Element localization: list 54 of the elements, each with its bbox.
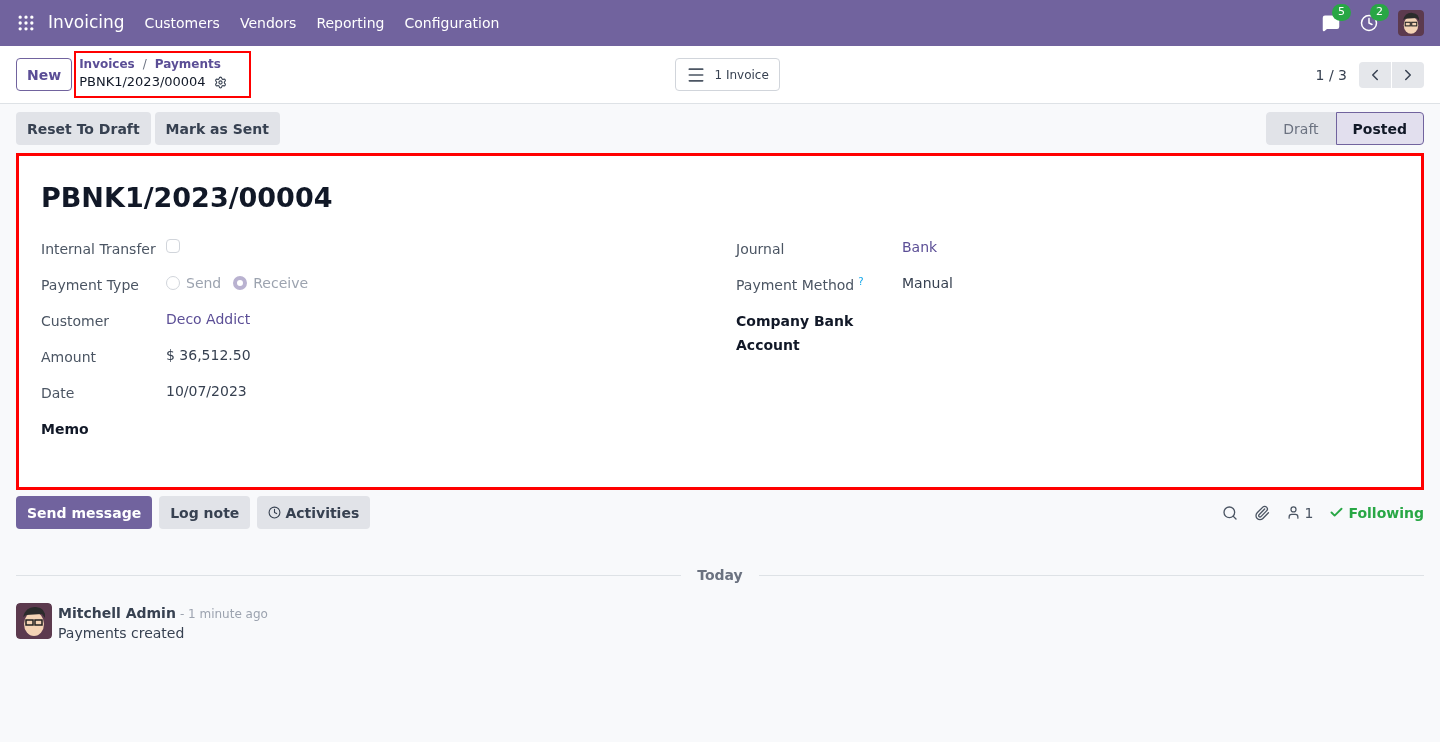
new-button[interactable]: New [16, 58, 73, 91]
breadcrumb-separator: / [142, 57, 147, 73]
field-label: Amount [41, 348, 96, 365]
search-icon[interactable] [1221, 504, 1238, 521]
action-button[interactable]: Reset To Draft [16, 112, 151, 145]
nav-menu-item[interactable]: Vendors [239, 12, 297, 34]
status-stage[interactable]: Posted [1335, 112, 1424, 145]
followers-button[interactable]: 1 [1285, 502, 1314, 523]
message-time: - 1 minute ago [179, 606, 268, 623]
checkbox[interactable] [166, 238, 180, 253]
field-label: Journal [736, 240, 785, 257]
activities-button[interactable]: Activities [257, 496, 371, 529]
pager-value: 1 / 3 [1315, 65, 1347, 85]
nav-menu-item[interactable]: Configuration [404, 12, 500, 34]
user-avatar [1398, 10, 1424, 36]
clock-icon [268, 506, 282, 519]
field-label: Date [41, 384, 75, 401]
field-value: Manual [902, 273, 953, 293]
log-note-button[interactable]: Log note [159, 496, 251, 529]
record-title: PBNK1/2023/00004 [41, 181, 334, 215]
field-link[interactable]: Deco Addict [166, 308, 251, 329]
breadcrumb-link[interactable]: Invoices [79, 57, 135, 73]
activity-icon[interactable] [1360, 14, 1378, 32]
date-divider-label: Today [696, 566, 744, 585]
message-body: Payments created [58, 624, 186, 643]
message-author: Mitchell Admin [58, 604, 176, 623]
author-avatar [16, 603, 52, 639]
nav-menu-item[interactable]: Customers [144, 12, 220, 34]
field-label: Company Bank Account [736, 312, 854, 353]
send-message-button[interactable]: Send message [16, 496, 153, 529]
field-value: 10/07/2023 [166, 381, 247, 401]
count-badge: 5 [1332, 4, 1351, 21]
checkmark-icon [1329, 505, 1345, 520]
field-link[interactable]: Bank [902, 236, 938, 257]
nav-menu-item[interactable]: Reporting [316, 12, 385, 34]
person-icon [1285, 505, 1301, 520]
field-value: $ 36,512.50 [166, 345, 251, 365]
app-title[interactable]: Invoicing [48, 10, 125, 36]
action-button[interactable]: Mark as Sent [154, 112, 280, 145]
field-label: Payment Method [736, 276, 855, 293]
previous-button[interactable] [1359, 61, 1391, 88]
next-button[interactable] [1392, 61, 1424, 88]
status-stage[interactable]: Draft [1266, 112, 1336, 145]
field-label: Memo [41, 420, 89, 437]
paperclip-icon[interactable] [1253, 504, 1270, 521]
field-label: Internal Transfer [41, 240, 156, 257]
apps-menu-icon[interactable] [16, 13, 36, 33]
field-label: Payment Type [41, 276, 139, 293]
count-badge: 2 [1370, 4, 1389, 21]
record-name: PBNK1/2023/00004 [79, 73, 206, 92]
settings-icon[interactable] [213, 75, 227, 89]
field-label: Customer [41, 312, 109, 329]
breadcrumb-link[interactable]: Payments [154, 57, 221, 73]
invoice-smart-button[interactable]: 1 Invoice [675, 58, 781, 91]
